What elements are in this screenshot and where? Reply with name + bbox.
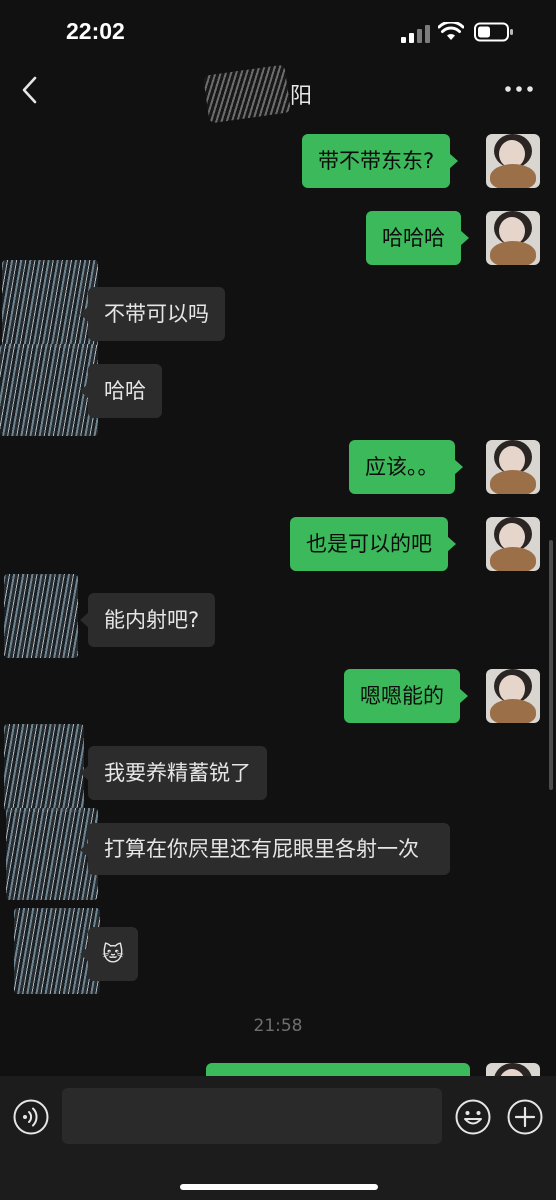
- battery-icon: [474, 22, 513, 42]
- my-message-bubble[interactable]: 应该。。: [349, 440, 462, 494]
- scrollbar[interactable]: [549, 540, 553, 790]
- status-time: 22:02: [66, 18, 125, 44]
- my-message-bubble[interactable]: 带不带东东?: [302, 134, 459, 188]
- my-avatar[interactable]: [486, 669, 540, 723]
- contact-avatar-blurred[interactable]: [4, 574, 78, 658]
- contact-name-text: 阳: [290, 84, 313, 109]
- contact-avatar-blurred[interactable]: [2, 260, 98, 348]
- message-input[interactable]: [62, 1088, 442, 1144]
- redacted-name-scribble: [203, 64, 291, 124]
- plus-icon[interactable]: [506, 1098, 544, 1136]
- contact-message-bubble[interactable]: 🐱: [80, 927, 138, 981]
- my-message-bubble[interactable]: 哈哈哈: [366, 211, 469, 265]
- emoji-icon[interactable]: [454, 1098, 492, 1136]
- wifi-icon: [438, 22, 464, 40]
- my-avatar[interactable]: [486, 517, 540, 571]
- back-chevron-icon[interactable]: [16, 74, 44, 106]
- input-bar: [0, 1076, 556, 1200]
- my-message-bubble-partial[interactable]: [206, 1063, 470, 1076]
- contact-message-bubble[interactable]: 能内射吧?: [79, 593, 216, 647]
- signal-icon: [401, 25, 430, 43]
- timestamp: 21:58: [253, 1016, 303, 1036]
- contact-message-bubble[interactable]: 我要养精蓄锐了: [80, 746, 267, 800]
- my-message-bubble[interactable]: 也是可以的吧: [290, 517, 456, 571]
- contact-message-bubble[interactable]: 哈哈: [80, 364, 162, 418]
- status-bar: 22:02: [0, 0, 556, 64]
- message-list[interactable]: 带不带东东? 哈哈哈 不带可以吗 哈哈 应该。。 也是可以的吧 能内射吧? 嗯嗯…: [0, 118, 556, 1076]
- contact-avatar-blurred[interactable]: [4, 724, 84, 812]
- my-avatar[interactable]: [486, 1063, 540, 1076]
- voice-icon[interactable]: [12, 1098, 50, 1136]
- contact-name: 阳: [203, 64, 326, 124]
- my-avatar[interactable]: [486, 134, 540, 188]
- more-dots-icon[interactable]: [504, 82, 534, 96]
- my-message-bubble[interactable]: 嗯嗯能的: [344, 669, 468, 723]
- my-avatar[interactable]: [486, 211, 540, 265]
- home-indicator[interactable]: [180, 1184, 378, 1190]
- my-avatar[interactable]: [486, 440, 540, 494]
- contact-message-bubble[interactable]: 打算在你屄里还有屁眼里各射一次: [80, 823, 450, 875]
- chat-header: 阳: [0, 64, 556, 124]
- contact-message-bubble[interactable]: 不带可以吗: [80, 287, 225, 341]
